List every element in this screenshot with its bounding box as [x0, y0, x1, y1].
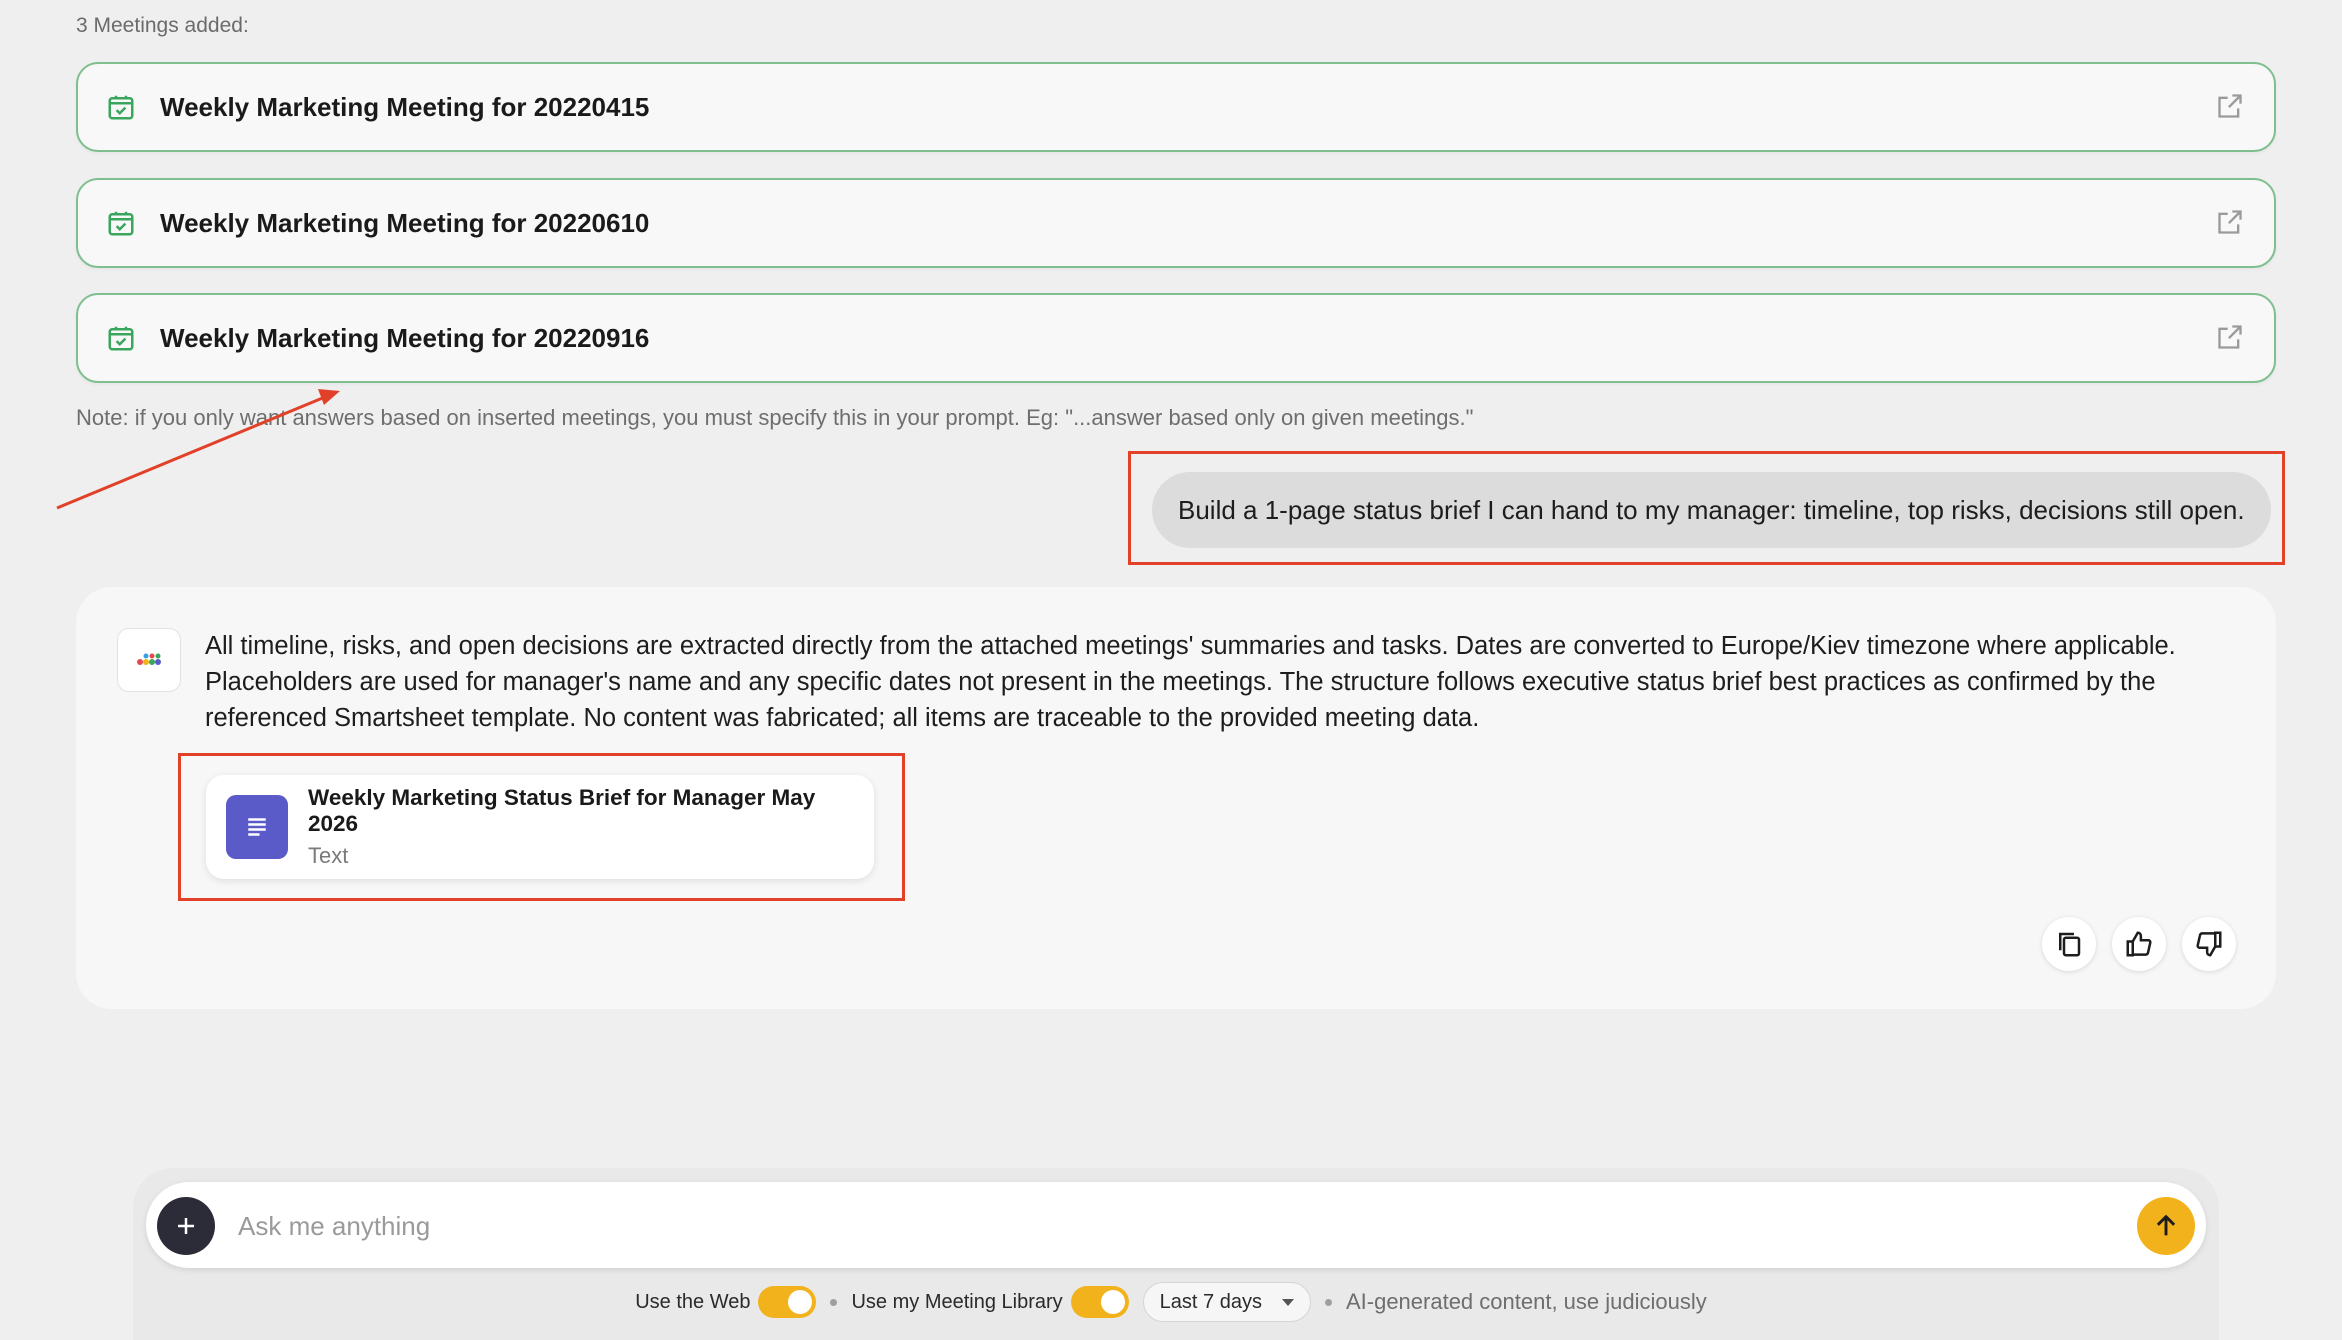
- meeting-title: Weekly Marketing Meeting for 20220916: [160, 322, 650, 353]
- thumbs-up-button[interactable]: [2112, 917, 2166, 971]
- open-external-icon[interactable]: [2216, 323, 2246, 353]
- separator-dot: [830, 1298, 838, 1306]
- calendar-check-icon: [106, 323, 136, 353]
- time-range-select[interactable]: Last 7 days: [1142, 1282, 1311, 1322]
- use-web-option: Use the Web: [635, 1286, 817, 1318]
- assistant-message-text: All timeline, risks, and open decisions …: [205, 632, 2176, 732]
- meetings-note: Note: if you only want answers based on …: [76, 405, 1474, 430]
- chat-page: 3 Meetings added: Weekly Marketing Meeti…: [0, 0, 2342, 1340]
- use-library-toggle[interactable]: [1070, 1286, 1129, 1318]
- use-web-toggle[interactable]: [758, 1286, 817, 1318]
- user-message-bubble: Build a 1-page status brief I can hand t…: [1152, 472, 2271, 548]
- use-library-option: Use my Meeting Library: [851, 1286, 1129, 1318]
- ai-disclaimer: AI-generated content, use judiciously: [1345, 1289, 1707, 1314]
- attach-button[interactable]: [157, 1197, 215, 1255]
- send-button[interactable]: [2137, 1197, 2195, 1255]
- meeting-title: Weekly Marketing Meeting for 20220610: [160, 207, 650, 238]
- attachment-info: Weekly Marketing Status Brief for Manage…: [308, 785, 854, 869]
- arrow-up-icon: [2156, 1214, 2176, 1236]
- chat-input[interactable]: [238, 1200, 2118, 1252]
- thumbs-down-icon: [2196, 931, 2222, 957]
- meeting-card[interactable]: Weekly Marketing Meeting for 20220415: [76, 62, 2276, 152]
- meeting-card[interactable]: Weekly Marketing Meeting for 20220916: [76, 293, 2276, 383]
- plus-icon: [178, 1218, 194, 1234]
- document-icon: [226, 795, 288, 859]
- open-external-icon[interactable]: [2216, 208, 2246, 238]
- composer-options: Use the Web Use my Meeting Library Last …: [0, 1282, 2342, 1322]
- attachment-type: Text: [308, 843, 349, 868]
- calendar-check-icon: [106, 208, 136, 238]
- meeting-card[interactable]: Weekly Marketing Meeting for 20220610: [76, 178, 2276, 268]
- separator-dot: [1324, 1298, 1332, 1306]
- meetings-added-label: 3 Meetings added:: [76, 14, 249, 37]
- open-external-icon[interactable]: [2216, 92, 2246, 122]
- copy-icon: [2059, 932, 2081, 957]
- use-library-label: Use my Meeting Library: [851, 1290, 1063, 1313]
- attachment-card[interactable]: Weekly Marketing Status Brief for Manage…: [206, 775, 874, 879]
- attachment-title: Weekly Marketing Status Brief for Manage…: [308, 785, 816, 836]
- chevron-down-icon: [1281, 1298, 1294, 1306]
- assistant-logo-icon: [137, 653, 161, 665]
- thumbs-down-button[interactable]: [2182, 917, 2236, 971]
- use-web-label: Use the Web: [635, 1290, 751, 1313]
- calendar-check-icon: [106, 92, 136, 122]
- time-range-value: Last 7 days: [1159, 1290, 1262, 1313]
- assistant-avatar: [117, 628, 181, 692]
- thumbs-up-icon: [2126, 931, 2152, 957]
- meeting-title: Weekly Marketing Meeting for 20220415: [160, 91, 650, 122]
- copy-button[interactable]: [2042, 917, 2096, 971]
